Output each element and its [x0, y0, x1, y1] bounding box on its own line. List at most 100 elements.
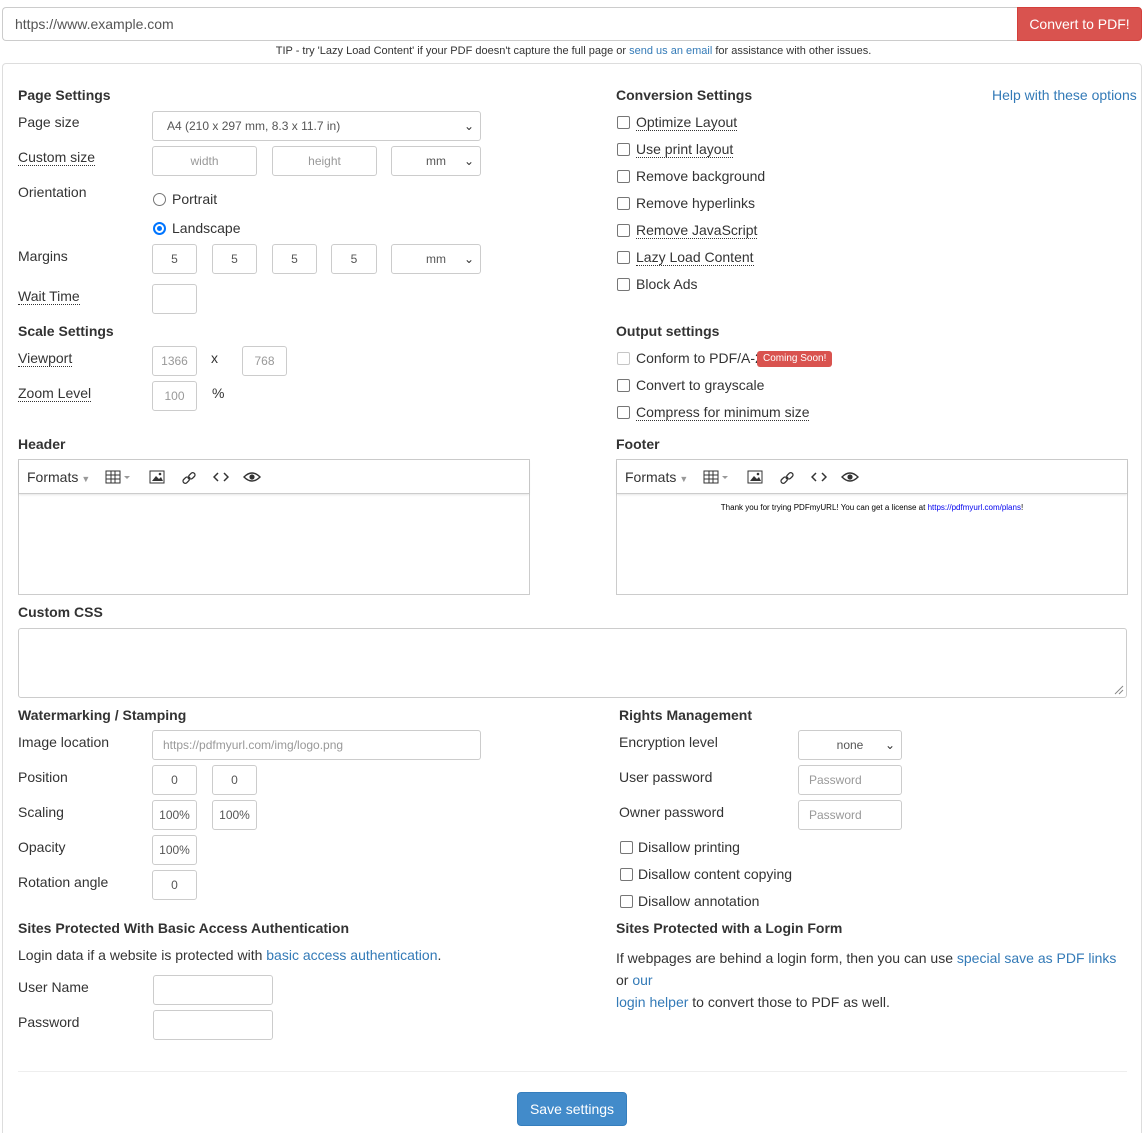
opacity-input[interactable]: 100% [152, 835, 197, 865]
scaling-x-input[interactable]: 100% [152, 800, 197, 830]
print-layout-checkbox[interactable] [617, 143, 630, 156]
remove-javascript-checkbox[interactable] [617, 224, 630, 237]
scaling-label: Scaling [18, 804, 64, 820]
header-content[interactable] [19, 495, 529, 594]
disallow-annotation-label: Disallow annotation [638, 893, 760, 909]
footer-heading: Footer [616, 436, 660, 452]
margin-unit-value: mm [426, 252, 446, 266]
zoom-unit-label: % [212, 385, 225, 401]
header-toolbar: Formats ▼ [19, 460, 529, 494]
formats-dropdown[interactable]: Formats ▼ [625, 469, 688, 485]
grayscale-checkbox[interactable] [617, 379, 630, 392]
optimize-layout-checkbox[interactable] [617, 116, 630, 129]
footer-text: Thank you for trying PDFmyURL! You can g… [720, 503, 928, 512]
pdfa-checkbox[interactable] [617, 352, 630, 365]
margin-left-input[interactable]: 5 [331, 244, 377, 274]
footer-text-end: ! [1020, 503, 1024, 512]
header-editor[interactable]: Formats ▼ [18, 459, 530, 595]
preview-eye-icon[interactable] [841, 470, 859, 484]
url-input[interactable]: https://www.example.com [2, 7, 1017, 41]
user-name-input[interactable] [153, 975, 273, 1005]
orientation-label: Orientation [18, 184, 87, 200]
position-x-input[interactable]: 0 [152, 765, 197, 795]
viewport-height-input[interactable]: 768 [242, 346, 287, 376]
rights-heading: Rights Management [619, 707, 753, 723]
chevron-down-icon: ⌄ [463, 154, 474, 168]
zoom-level-input[interactable]: 100 [152, 381, 197, 411]
scaling-y-input[interactable]: 100% [212, 800, 257, 830]
viewport-label: Viewport [18, 350, 73, 367]
special-pdf-links[interactable]: special save as PDF links [957, 950, 1117, 966]
password-input[interactable] [153, 1010, 273, 1040]
custom-height-input[interactable]: height [272, 146, 377, 176]
print-layout-label: Use print layout [636, 141, 734, 158]
opacity-label: Opacity [18, 839, 66, 855]
remove-hyperlinks-checkbox[interactable] [617, 197, 630, 210]
code-icon[interactable] [811, 470, 827, 484]
footer-editor[interactable]: Formats ▼ Thank you for trying PDFmyURL! … [616, 459, 1128, 595]
compress-checkbox[interactable] [617, 406, 630, 419]
disallow-copying-checkbox[interactable] [620, 868, 633, 881]
login-form-description: If webpages are behind a login form, the… [616, 950, 1117, 1010]
footer-plans-link[interactable]: https://pdfmyurl.com/plans [928, 503, 1021, 512]
position-y-input[interactable]: 0 [212, 765, 257, 795]
optimize-layout-label: Optimize Layout [636, 114, 738, 131]
rotation-angle-label: Rotation angle [18, 874, 109, 890]
page-size-value: A4 (210 x 297 mm, 8.3 x 11.7 in) [167, 119, 341, 133]
help-options-link[interactable]: Help with these options [992, 87, 1137, 103]
pdfa-label: Conform to PDF/A-2 [636, 350, 763, 366]
position-label: Position [18, 769, 68, 785]
lazy-load-label: Lazy Load Content [636, 249, 754, 266]
margin-unit-select[interactable]: mm ⌄ [391, 244, 481, 274]
remove-background-checkbox[interactable] [617, 170, 630, 183]
custom-unit-value: mm [426, 154, 446, 168]
formats-dropdown[interactable]: Formats ▼ [27, 469, 90, 485]
table-icon[interactable] [703, 470, 731, 484]
portrait-radio[interactable] [153, 193, 166, 206]
code-icon[interactable] [213, 470, 229, 484]
save-settings-button[interactable]: Save settings [517, 1092, 627, 1126]
wait-time-input[interactable] [152, 284, 197, 314]
user-password-input[interactable]: Password [798, 765, 902, 795]
custom-width-input[interactable]: width [152, 146, 257, 176]
link-icon[interactable] [181, 470, 197, 486]
landscape-radio[interactable] [153, 222, 166, 235]
convert-to-pdf-button[interactable]: Convert to PDF! [1017, 7, 1142, 41]
tip-suffix: for assistance with other issues. [712, 45, 872, 57]
lazy-load-checkbox[interactable] [617, 251, 630, 264]
image-icon[interactable] [149, 470, 165, 484]
custom-unit-select[interactable]: mm ⌄ [391, 146, 481, 176]
chevron-down-icon: ⌄ [884, 738, 895, 752]
margin-bottom-input[interactable]: 5 [272, 244, 317, 274]
disallow-annotation-checkbox[interactable] [620, 895, 633, 908]
wait-time-label: Wait Time [18, 288, 80, 305]
basic-auth-link[interactable]: basic access authentication [266, 947, 437, 963]
encryption-level-select[interactable]: none ⌄ [798, 730, 902, 760]
viewport-width-input[interactable]: 1366 [152, 346, 197, 376]
image-icon[interactable] [747, 470, 763, 484]
resize-handle-icon[interactable] [1112, 683, 1124, 695]
preview-eye-icon[interactable] [243, 470, 261, 484]
margin-right-input[interactable]: 5 [212, 244, 257, 274]
page-size-select[interactable]: A4 (210 x 297 mm, 8.3 x 11.7 in) ⌄ [152, 111, 481, 141]
custom-css-textarea[interactable] [18, 628, 1127, 698]
chevron-down-icon: ⌄ [463, 252, 474, 266]
basic-auth-description: Login data if a website is protected wit… [18, 947, 442, 963]
conversion-settings-heading: Conversion Settings [616, 87, 753, 103]
margin-top-input[interactable]: 5 [152, 244, 197, 274]
block-ads-checkbox[interactable] [617, 278, 630, 291]
password-label: Password [18, 1014, 80, 1030]
footer-content[interactable]: Thank you for trying PDFmyURL! You can g… [617, 503, 1127, 512]
disallow-printing-checkbox[interactable] [620, 841, 633, 854]
scale-settings-heading: Scale Settings [18, 323, 114, 339]
table-icon[interactable] [105, 470, 133, 484]
link-icon[interactable] [779, 470, 795, 486]
send-email-link[interactable]: send us an email [629, 45, 712, 57]
image-location-label: Image location [18, 734, 110, 750]
compress-label: Compress for minimum size [636, 404, 810, 421]
rotation-angle-input[interactable]: 0 [152, 870, 197, 900]
margins-label: Margins [18, 248, 68, 264]
divider [18, 1071, 1127, 1072]
owner-password-input[interactable]: Password [798, 800, 902, 830]
image-location-input[interactable]: https://pdfmyurl.com/img/logo.png [152, 730, 481, 760]
